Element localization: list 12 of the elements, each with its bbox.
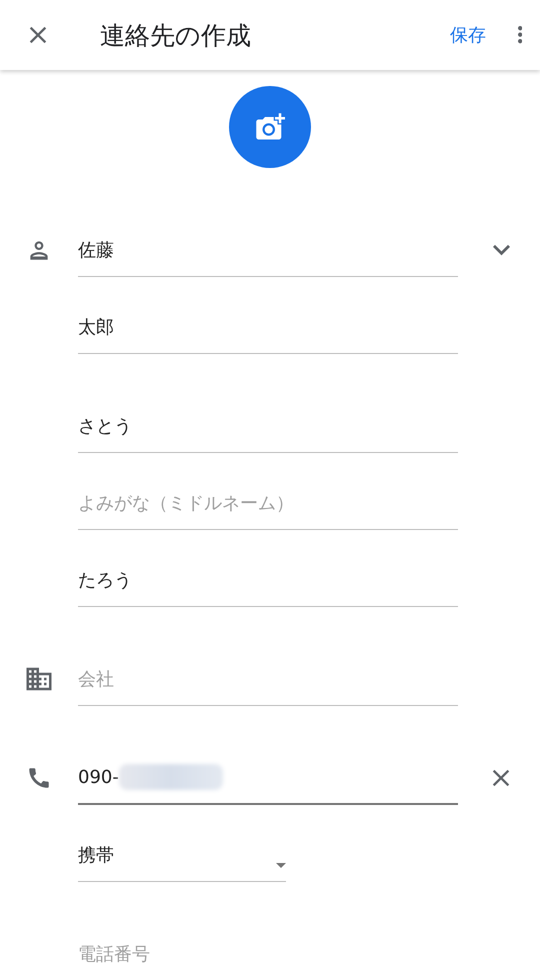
text-field[interactable]: 佐藤 — [78, 227, 458, 277]
more-icon — [518, 26, 522, 44]
dropdown-icon — [276, 863, 286, 868]
phone-type-dropdown[interactable]: 携帯 — [78, 832, 286, 882]
text-field[interactable]: さとう — [78, 403, 458, 453]
text-field[interactable]: 090- — [78, 755, 458, 805]
page-title: 連絡先の作成 — [100, 20, 252, 52]
camera-plus-icon — [255, 112, 285, 142]
text-field[interactable]: 太郎 — [78, 304, 458, 354]
text-field[interactable]: たろう — [78, 557, 458, 607]
chevron-icon — [492, 244, 510, 256]
save-button[interactable]: 保存 — [446, 19, 490, 51]
